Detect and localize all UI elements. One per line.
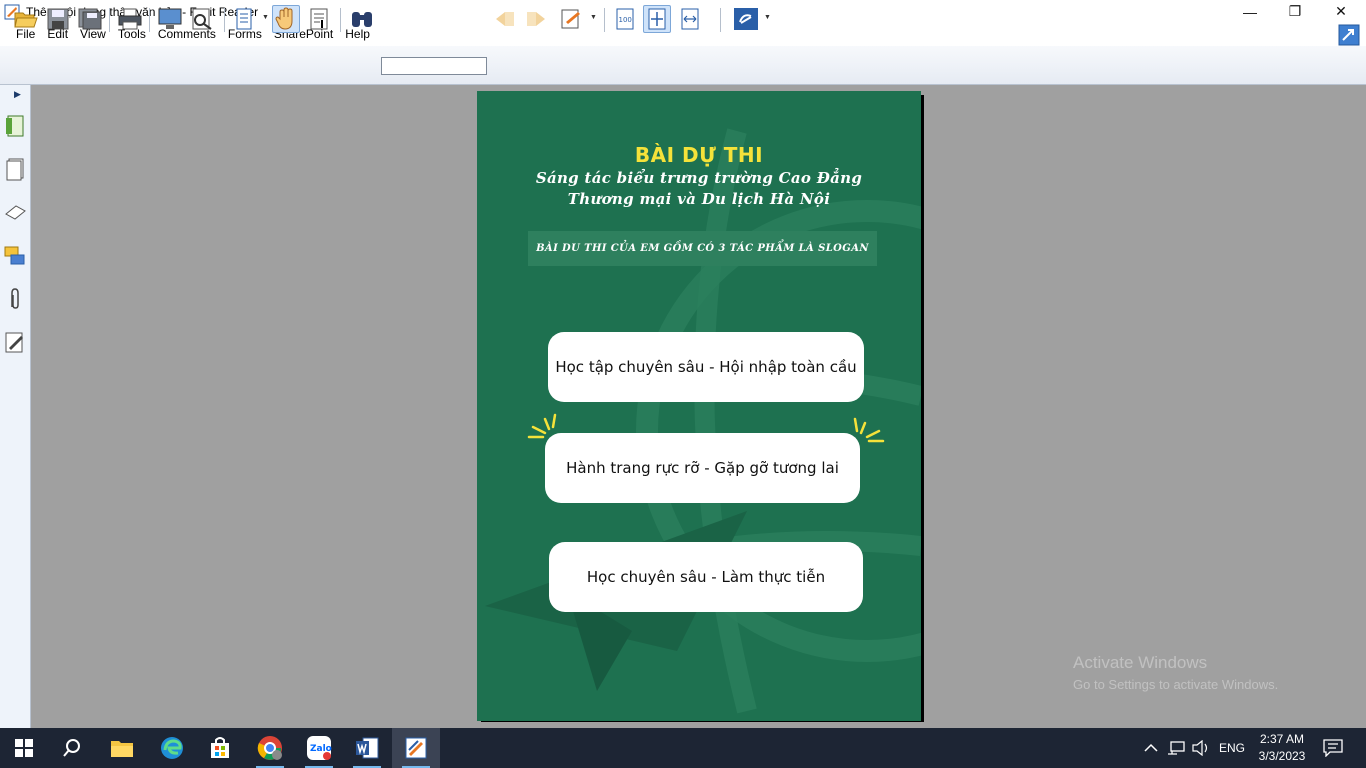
slogan-text: Học chuyên sâu - Làm thực tiễn: [586, 568, 826, 586]
document-title: BÀI DỰ THI: [634, 143, 764, 167]
fit-width-icon[interactable]: [676, 5, 704, 33]
attachments-icon[interactable]: [4, 287, 26, 311]
chevron-down-icon[interactable]: ▼: [764, 14, 771, 21]
word-icon[interactable]: [343, 728, 391, 768]
toolbar-separator: [224, 8, 225, 32]
volume-icon[interactable]: [1192, 728, 1210, 768]
comments-icon[interactable]: [4, 244, 26, 268]
slogan-card-1: Học tập chuyên sâu - Hội nhập toàn cầu: [548, 332, 864, 402]
language-indicator[interactable]: ENG: [1219, 728, 1245, 768]
find-next-icon[interactable]: [522, 5, 550, 33]
network-icon[interactable]: [1167, 728, 1185, 768]
banner-text: BÀI DU THI CỦA EM GỒM CÓ 3 TÁC PHẨM LÀ S…: [536, 243, 869, 254]
toolbar-separator: [149, 8, 150, 32]
show-hidden-icons-icon[interactable]: [1144, 728, 1158, 768]
document-subtitle-line2: Thương mại và Du lịch Hà Nội: [567, 190, 831, 208]
watermark-line1: Activate Windows: [1073, 653, 1208, 672]
foxit-reader-icon[interactable]: [392, 728, 440, 768]
file-explorer-icon[interactable]: [98, 728, 146, 768]
chevron-down-icon[interactable]: ▼: [590, 14, 597, 21]
activate-windows-watermark: Activate Windows Go to Settings to activ…: [1073, 653, 1278, 692]
slogan-text: Hành trang rực rỡ - Gặp gỡ tương lai: [566, 459, 839, 477]
bookmarks-icon[interactable]: [4, 114, 26, 138]
clock[interactable]: 2:37 AM 3/3/2023: [1252, 731, 1312, 765]
clock-time: 2:37 AM: [1259, 732, 1305, 746]
toolbar: [0, 46, 1366, 85]
layers-icon[interactable]: [4, 200, 26, 224]
search-icon[interactable]: [48, 728, 96, 768]
store-icon[interactable]: [196, 728, 244, 768]
select-text-icon[interactable]: [305, 5, 333, 33]
find-binoculars-icon[interactable]: [348, 5, 376, 33]
chevron-down-icon[interactable]: ▼: [262, 14, 269, 21]
start-icon[interactable]: [0, 728, 48, 768]
restore-button[interactable]: ❐: [1272, 0, 1318, 23]
expand-panel-icon[interactable]: ▶: [14, 89, 21, 100]
find-previous-icon[interactable]: [491, 5, 519, 33]
hand-tool-icon[interactable]: [272, 5, 300, 33]
signatures-icon[interactable]: [4, 330, 26, 354]
notifications-icon[interactable]: [1323, 728, 1343, 768]
zoom-label: 100: [619, 16, 632, 24]
slogan-card-2: Hành trang rực rỡ - Gặp gỡ tương lai: [545, 433, 860, 503]
fit-page-icon[interactable]: [643, 5, 671, 33]
comment-tool-icon[interactable]: [558, 5, 586, 33]
print-icon[interactable]: [116, 5, 144, 33]
fullscreen-icon[interactable]: [1338, 24, 1360, 46]
open-icon[interactable]: [12, 5, 40, 33]
minimize-button[interactable]: —: [1227, 0, 1273, 23]
print-preview-icon[interactable]: [188, 5, 216, 33]
slogan-text: Học tập chuyên sâu - Hội nhập toàn cầu: [555, 358, 857, 376]
toolbar-separator: [340, 8, 341, 32]
pages-icon[interactable]: [4, 157, 26, 181]
navigation-panel: [0, 85, 31, 728]
slogan-card-3: Học chuyên sâu - Làm thực tiễn: [549, 542, 863, 612]
toolbar-separator: [720, 8, 721, 32]
document-subtitle-line1: Sáng tác biểu trưng trường Cao Đẳng: [535, 169, 863, 187]
close-button[interactable]: ✕: [1318, 0, 1364, 23]
intro-banner: BÀI DU THI CỦA EM GỒM CÓ 3 TÁC PHẨM LÀ S…: [528, 231, 877, 266]
monitor-icon[interactable]: [156, 5, 184, 33]
edge-icon[interactable]: [148, 728, 196, 768]
save-icon[interactable]: [44, 5, 72, 33]
chrome-icon[interactable]: [246, 728, 294, 768]
clock-date: 3/3/2023: [1258, 749, 1306, 763]
sharepoint-icon[interactable]: [732, 5, 760, 33]
save-all-icon[interactable]: [76, 5, 104, 33]
search-input[interactable]: [381, 57, 487, 75]
toolbar-separator: [109, 8, 110, 32]
page-layout-icon[interactable]: [230, 5, 258, 33]
watermark-line2: Go to Settings to activate Windows.: [1073, 677, 1279, 692]
actual-size-icon[interactable]: 100: [611, 5, 639, 33]
toolbar-separator: [604, 8, 605, 32]
document-page[interactable]: BÀI DỰ THI Sáng tác biểu trưng trường Ca…: [477, 91, 921, 721]
zalo-icon[interactable]: Zalo: [295, 728, 343, 768]
